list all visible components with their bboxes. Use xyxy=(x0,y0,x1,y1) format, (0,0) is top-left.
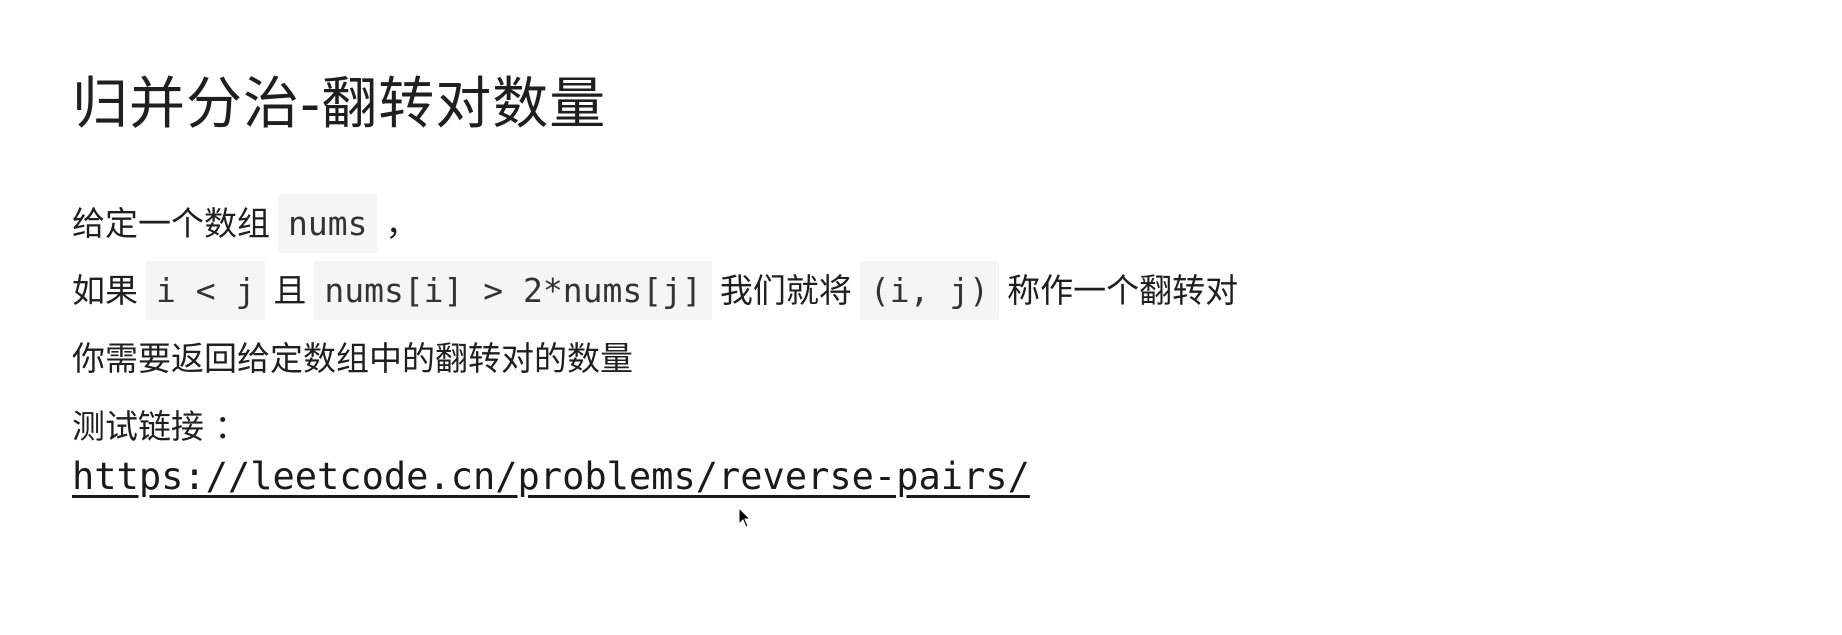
page-title: 归并分治-翻转对数量 xyxy=(72,72,607,137)
problem-line-1: 给定一个数组 nums， xyxy=(72,194,1772,253)
line2-text-c: 我们就将 xyxy=(719,271,852,310)
code-pair: (i, j) xyxy=(859,261,1000,320)
line2-text-a: 如果 xyxy=(72,271,138,310)
test-link[interactable]: https://leetcode.cn/problems/reverse-pai… xyxy=(72,453,1030,501)
code-nums: nums xyxy=(278,194,378,253)
test-link-label: 测试链接 ： xyxy=(72,407,248,446)
code-condition-2: nums[i] > 2*nums[j] xyxy=(314,261,712,320)
problem-line-2: 如果 i < j 且 nums[i] > 2*nums[j] 我们就将 (i, j) 称作一… xyxy=(72,261,1772,320)
line1-text-a: 给定一个数组 xyxy=(72,204,270,243)
code-condition-1: i < j xyxy=(146,261,266,320)
line2-text-b: 且 xyxy=(273,271,307,310)
line1-text-b: ， xyxy=(385,204,419,243)
line2-text-d: 称作一个翻转对 xyxy=(1007,271,1239,310)
problem-line-3: 你需要返回给定数组中的翻转对的数量 xyxy=(72,339,633,378)
document-page: 归并分治-翻转对数量 给定一个数组 nums， 如果 i < j 且 nums[i] >… xyxy=(72,60,1772,501)
mouse-pointer-icon xyxy=(738,507,752,528)
